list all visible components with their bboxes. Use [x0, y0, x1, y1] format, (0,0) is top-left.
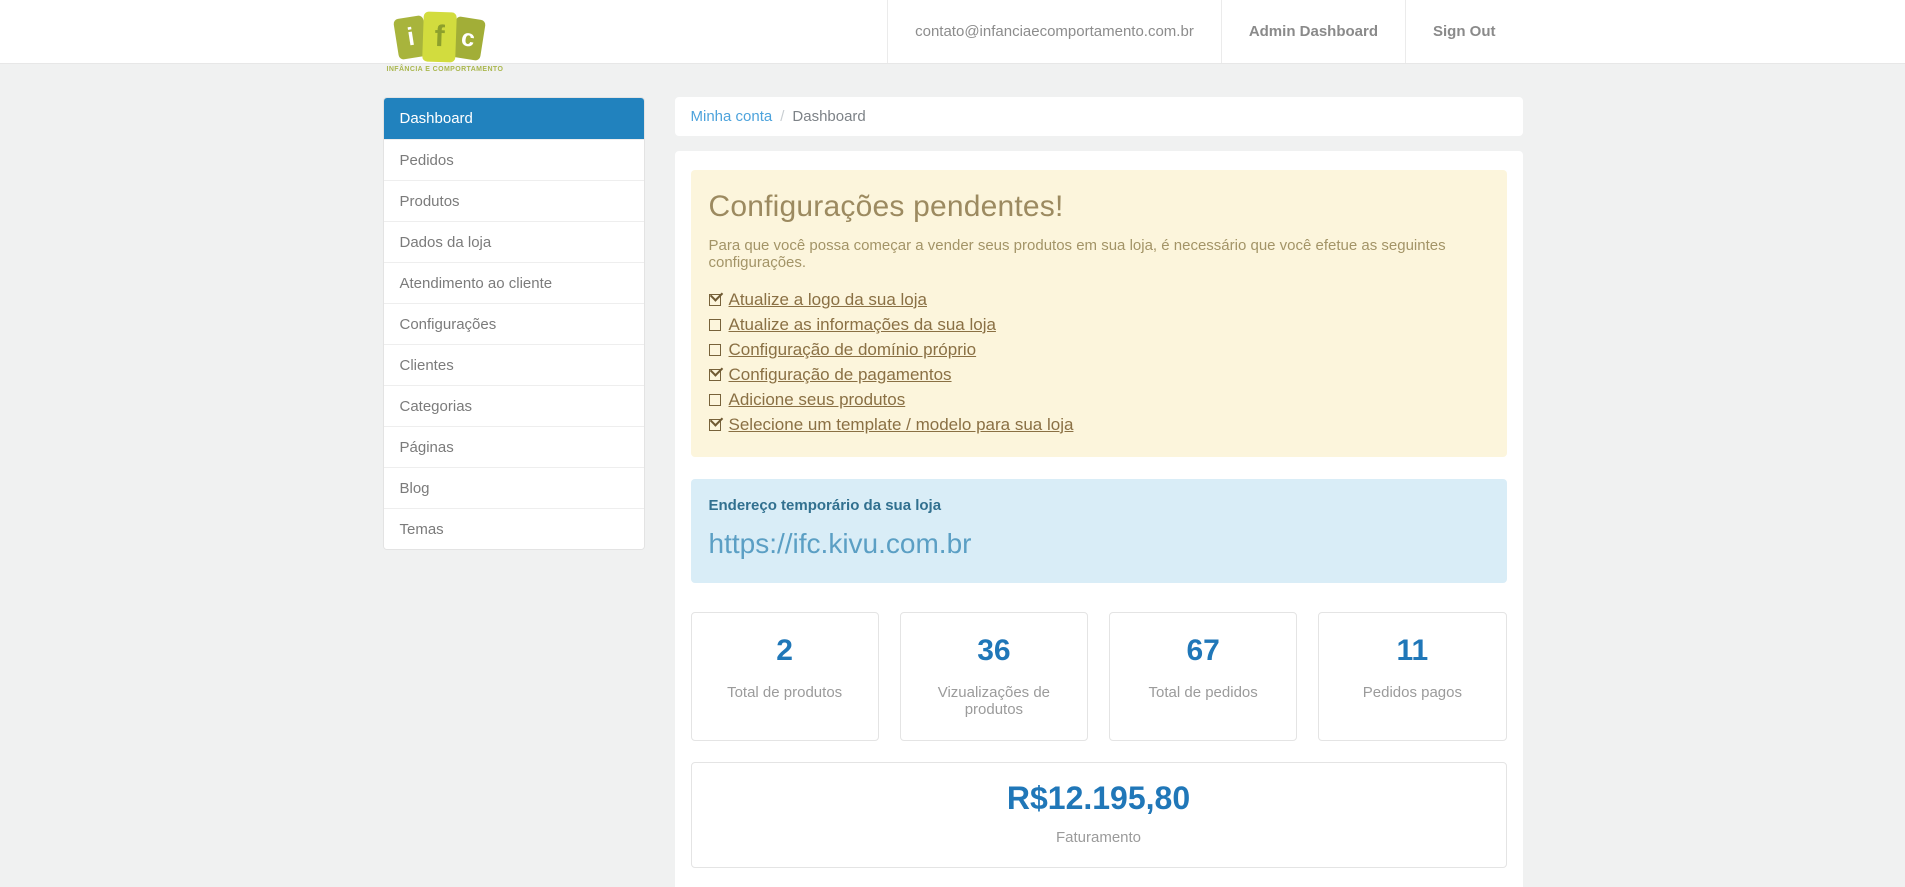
- dashboard-panel: Configurações pendentes! Para que você p…: [674, 151, 1523, 887]
- config-task-link[interactable]: Configuração de pagamentos: [729, 365, 952, 385]
- config-task-link[interactable]: Atualize as informações da sua loja: [729, 315, 996, 335]
- checkbox-icon: [708, 293, 721, 306]
- alert-title: Configurações pendentes!: [708, 190, 1064, 223]
- revenue-card: R$12.195,80 Faturamento: [690, 762, 1507, 868]
- stat-value: 11: [1396, 634, 1429, 667]
- top-header: i f c INFÂNCIA E COMPORTAMENTO contato@i…: [0, 0, 1905, 73]
- store-address-label: Endereço temporário da sua loja: [708, 497, 942, 514]
- sidebar-item-blog[interactable]: Blog: [383, 467, 644, 508]
- logo-letter-f: f: [433, 19, 445, 54]
- task-dominio-proprio: Configuração de domínio próprio: [708, 337, 1489, 362]
- stat-pedidos-pagos: 11 Pedidos pagos: [1318, 612, 1507, 741]
- nav-account-email[interactable]: contato@infanciaecomportamento.com.br: [887, 0, 1221, 63]
- stats-row: 2 Total de produtos 36 Vizualizações de …: [690, 612, 1507, 741]
- store-address-url-link[interactable]: https://ifc.kivu.com.br: [709, 528, 972, 560]
- sidebar-item-label: Clientes: [399, 356, 454, 374]
- stat-label: Total de pedidos: [1148, 684, 1258, 701]
- checkbox-icon: [708, 418, 721, 431]
- task-atualize-informacoes: Atualize as informações da sua loja: [708, 312, 1489, 337]
- sidebar-item-label: Pedidos: [399, 151, 454, 169]
- sidebar-item-clientes[interactable]: Clientes: [383, 344, 644, 385]
- breadcrumb-current-page: Dashboard: [792, 108, 866, 125]
- pending-configurations-alert: Configurações pendentes! Para que você p…: [690, 170, 1507, 457]
- ifc-logo[interactable]: i f c INFÂNCIA E COMPORTAMENTO: [386, 11, 507, 75]
- checkbox-icon: [708, 368, 721, 381]
- sidebar-item-label: Páginas: [399, 438, 454, 456]
- store-address-box: Endereço temporário da sua loja https://…: [690, 479, 1507, 583]
- sidebar-item-dashboard[interactable]: Dashboard: [383, 98, 644, 139]
- logo-letter-c: c: [458, 23, 477, 53]
- logo-tagline: INFÂNCIA E COMPORTAMENTO: [386, 66, 504, 73]
- sidebar-item-label: Temas: [399, 520, 444, 538]
- sidebar-item-configuracoes[interactable]: Configurações: [383, 303, 644, 344]
- sidebar-item-paginas[interactable]: Páginas: [383, 426, 644, 467]
- sidebar-item-temas[interactable]: Temas: [383, 508, 644, 549]
- config-task-link[interactable]: Configuração de domínio próprio: [729, 340, 977, 360]
- stat-total-de-produtos: 2 Total de produtos: [690, 612, 879, 741]
- task-adicione-produtos: Adicione seus produtos: [708, 387, 1489, 412]
- checkbox-icon: [708, 343, 721, 356]
- sidebar-item-atendimento-ao-cliente[interactable]: Atendimento ao cliente: [383, 262, 644, 303]
- revenue-label: Faturamento: [1055, 829, 1142, 846]
- breadcrumb-separator: /: [780, 108, 785, 125]
- breadcrumb: Minha conta / Dashboard: [674, 97, 1523, 136]
- sidebar-item-produtos[interactable]: Produtos: [383, 180, 644, 221]
- config-task-link[interactable]: Selecione um template / modelo para sua …: [729, 415, 1074, 435]
- sidebar-item-label: Produtos: [399, 192, 460, 210]
- sidebar-item-label: Dados da loja: [399, 233, 492, 251]
- task-pagamentos: Configuração de pagamentos: [708, 362, 1489, 387]
- stat-value: 2: [776, 634, 793, 667]
- stat-label: Vizualizações de produtos: [937, 684, 1051, 718]
- sidebar-item-dados-da-loja[interactable]: Dados da loja: [383, 221, 644, 262]
- alert-description: Para que você possa começar a vender seu…: [708, 237, 1446, 271]
- sidebar-item-pedidos[interactable]: Pedidos: [383, 139, 644, 180]
- revenue-value: R$12.195,80: [1006, 780, 1191, 816]
- stat-label: Total de produtos: [727, 684, 843, 701]
- sidebar-menu: Dashboard Pedidos Produtos Dados da loja…: [382, 97, 645, 550]
- nav-admin-dashboard-link[interactable]: Admin Dashboard: [1220, 0, 1405, 63]
- sidebar-item-label: Blog: [399, 479, 430, 497]
- config-task-list: Atualize a logo da sua loja Atualize as …: [708, 287, 1489, 437]
- logo-card-f: f: [421, 11, 457, 63]
- task-atualize-a-logo: Atualize a logo da sua loja: [708, 287, 1489, 312]
- stat-total-de-pedidos: 67 Total de pedidos: [1109, 612, 1298, 741]
- sidebar-item-label: Categorias: [399, 397, 473, 415]
- logo-letter-i: i: [404, 22, 417, 52]
- nav-sign-out-link[interactable]: Sign Out: [1405, 0, 1523, 63]
- ifc-logo-cards-icon: i f c: [387, 11, 492, 63]
- task-selecione-template: Selecione um template / modelo para sua …: [708, 412, 1489, 437]
- stat-vizualizacoes-de-produtos: 36 Vizualizações de produtos: [899, 612, 1088, 741]
- config-task-link[interactable]: Adicione seus produtos: [729, 390, 906, 410]
- sidebar-item-label: Atendimento ao cliente: [399, 274, 553, 292]
- sidebar-item-label: Configurações: [399, 315, 497, 333]
- breadcrumb-minha-conta-link[interactable]: Minha conta: [691, 108, 773, 125]
- checkbox-icon: [708, 318, 721, 331]
- stat-value: 36: [977, 634, 1011, 667]
- config-task-link[interactable]: Atualize a logo da sua loja: [729, 290, 927, 310]
- sidebar-item-label: Dashboard: [399, 110, 473, 127]
- stat-label: Pedidos pagos: [1362, 684, 1462, 701]
- main-content: Minha conta / Dashboard Configurações pend…: [674, 97, 1523, 887]
- stat-value: 67: [1186, 634, 1220, 667]
- sidebar-item-categorias[interactable]: Categorias: [383, 385, 644, 426]
- header-nav: contato@infanciaecomportamento.com.br Ad…: [887, 0, 1523, 63]
- checkbox-icon: [708, 393, 721, 406]
